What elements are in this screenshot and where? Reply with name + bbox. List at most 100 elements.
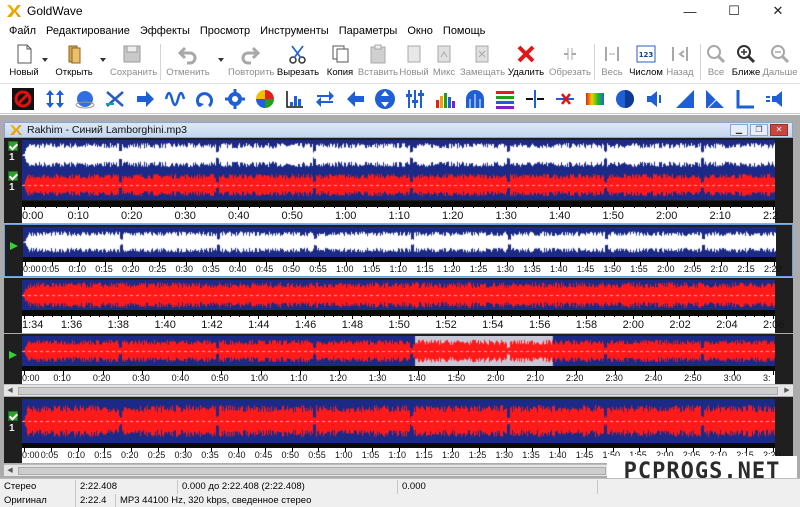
ruler-minor-tick: [604, 315, 606, 317]
ruler-minor-tick: [601, 206, 603, 208]
menu-file[interactable]: Файл: [4, 22, 41, 40]
bottom-waveform[interactable]: [22, 399, 775, 443]
redo-icon: [241, 46, 261, 65]
bottom-channel-checkbox[interactable]: [8, 411, 18, 421]
overview-2-waveform[interactable]: [22, 336, 775, 366]
scrollbar-1-thumb[interactable]: [18, 387, 778, 395]
effect-curve-icon[interactable]: [734, 88, 756, 110]
effect-split-icon[interactable]: [524, 88, 546, 110]
new-dropdown-arrow-icon[interactable]: [42, 58, 48, 62]
undo-dropdown-arrow-icon[interactable]: [218, 58, 224, 62]
zoomed-time-ruler[interactable]: 1:34 1:36 1:38 1:40 1:42 1:44 1:46 1:48 1:50 1:52…: [22, 310, 784, 333]
effect-hall-icon[interactable]: [464, 88, 486, 110]
effect-bars-icon[interactable]: [494, 88, 516, 110]
cut-button[interactable]: Вырезать: [276, 42, 320, 82]
effect-sphere-icon[interactable]: [74, 88, 96, 110]
undo-button[interactable]: Отменить: [166, 42, 210, 82]
effect-spectrum-icon[interactable]: [434, 88, 456, 110]
effect-fade-in-icon[interactable]: [674, 88, 696, 110]
ruler-label: 2:50: [684, 373, 702, 383]
scrollbar-2-thumb[interactable]: [18, 467, 606, 475]
ruler-label: 1:30: [495, 450, 514, 460]
ruler-minor-tick: [66, 206, 68, 208]
zoomed-waveform[interactable]: [22, 280, 775, 310]
channel-left-checkbox[interactable]: [8, 141, 18, 151]
scroll-2-left-arrow-icon[interactable]: ◀: [5, 466, 15, 476]
ruler-minor-tick: [61, 315, 63, 317]
close-button[interactable]: ✕: [756, 0, 800, 22]
document-restore-button[interactable]: ❐: [750, 124, 768, 136]
menu-window[interactable]: Окно: [402, 22, 438, 40]
ruler-minor-tick: [155, 315, 157, 317]
menu-options[interactable]: Параметры: [334, 22, 403, 40]
document-title-bar: Rakhim - Синий Lamborghini.mp3 ▁ ❐ ✕: [4, 122, 793, 138]
effect-stop-icon[interactable]: [12, 88, 34, 110]
menu-help[interactable]: Помощь: [438, 22, 491, 40]
effect-crossfade-icon[interactable]: [104, 88, 126, 110]
effect-loop-arrows-icon[interactable]: [314, 88, 336, 110]
horizontal-scrollbar-1[interactable]: ◀ ▶: [4, 384, 793, 396]
ruler-label: 1:05: [361, 450, 380, 460]
maximize-button[interactable]: ☐: [712, 0, 756, 22]
document-close-button[interactable]: ✕: [770, 124, 788, 136]
menu-edit[interactable]: Редактирование: [41, 22, 135, 40]
effect-circle-half-icon[interactable]: [614, 88, 636, 110]
scroll-right-arrow-icon[interactable]: ▶: [782, 386, 792, 396]
trim-button[interactable]: Обрезать: [548, 42, 592, 82]
ruler-minor-tick: [520, 315, 522, 317]
effect-arrow-right-icon[interactable]: [134, 88, 156, 110]
waveform-right-channel[interactable]: [22, 170, 775, 200]
menu-view[interactable]: Просмотр: [195, 22, 255, 40]
menu-tools[interactable]: Инструменты: [255, 22, 334, 40]
menu-effects[interactable]: Эффекты: [135, 22, 195, 40]
effect-arrow-left-icon[interactable]: [344, 88, 366, 110]
document-minimize-button[interactable]: ▁: [730, 124, 748, 136]
channel-right-checkbox[interactable]: [8, 171, 18, 181]
overview-2-time-ruler[interactable]: 0:00 0:10 0:20 0:30 0:40 0:50 1:00 1:10 1:20 1:30…: [22, 366, 775, 384]
replace-button[interactable]: Замещать: [460, 42, 505, 82]
delete-button[interactable]: Удалить: [504, 42, 548, 82]
effect-colorwheel-icon[interactable]: [254, 88, 276, 110]
effect-waveform-icon[interactable]: [164, 88, 186, 110]
ruler-minor-tick: [152, 206, 154, 208]
overview-1-time-ruler[interactable]: 0:00 0:05 0:10 0:15 0:20 0:25 0:30 0:35 0:40 0:45…: [23, 257, 782, 276]
ruler-minor-tick: [183, 315, 185, 317]
ruler-label: 1:45: [575, 450, 594, 460]
overview-1-waveform[interactable]: [23, 227, 776, 257]
scroll-left-arrow-icon[interactable]: ◀: [5, 386, 15, 396]
effect-remove-x-icon[interactable]: [554, 88, 576, 110]
minimize-button[interactable]: —: [668, 0, 712, 22]
main-toolbar: Новый Открыть Сохранить Отменить Повтори…: [0, 40, 800, 84]
effect-sliders-icon[interactable]: [404, 88, 426, 110]
ruler-label: 1:54: [482, 319, 504, 331]
ruler-minor-tick: [136, 315, 138, 317]
effect-fade-out-icon[interactable]: [704, 88, 726, 110]
zoom-out-button[interactable]: Дальше: [758, 42, 800, 82]
open-dropdown-arrow-icon[interactable]: [100, 58, 106, 62]
redo-button[interactable]: Повторить: [228, 42, 274, 82]
open-button[interactable]: Открыть: [52, 42, 96, 82]
waveform-left-channel[interactable]: [22, 140, 775, 170]
ruler-label: 2:05: [683, 264, 702, 274]
ruler-label: 1:40: [550, 264, 568, 274]
zoom-out-icon: [771, 45, 790, 64]
ruler-minor-tick: [707, 315, 709, 317]
new-button[interactable]: Новый: [2, 42, 46, 82]
ruler-minor-tick: [716, 315, 718, 317]
ruler-minor-tick: [80, 315, 82, 317]
save-button[interactable]: Сохранить: [110, 42, 157, 82]
ruler-minor-tick: [248, 206, 250, 208]
effect-volume-arrows-icon[interactable]: [44, 88, 66, 110]
ruler-label: 2:00: [657, 264, 675, 274]
ruler-label: 3:00: [723, 373, 742, 383]
ruler-minor-tick: [441, 206, 443, 208]
effect-speaker-mute-icon[interactable]: [764, 88, 786, 110]
effect-expand-circle-icon[interactable]: [374, 88, 396, 110]
effect-speaker-icon[interactable]: [644, 88, 666, 110]
ruler-label: 2:00: [622, 319, 644, 331]
effect-rainbow-icon[interactable]: [584, 88, 606, 110]
effect-gear-icon[interactable]: [224, 88, 246, 110]
effect-reverse-icon[interactable]: [194, 88, 216, 110]
effect-equalizer-chart-icon[interactable]: [284, 88, 306, 110]
main-time-ruler[interactable]: 0:00 0:10 0:20 0:30 0:40 0:50 1:00 1:10 1:20 1:30…: [22, 201, 778, 223]
